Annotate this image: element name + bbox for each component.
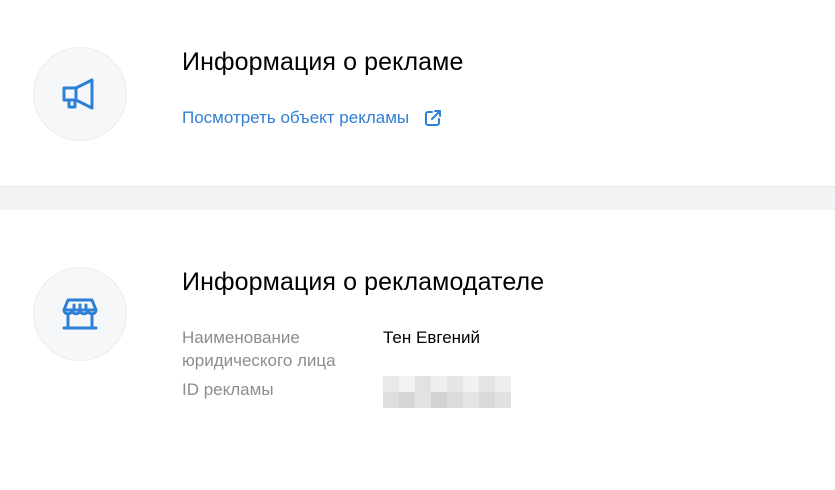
ad-id-value-redacted: [383, 376, 511, 408]
advertiser-details: Наименование юридического лица Тен Евген…: [182, 326, 511, 414]
storefront-icon-badge: [33, 267, 127, 361]
ad-id-label: ID рекламы: [182, 380, 274, 399]
megaphone-icon: [62, 78, 94, 110]
view-ad-object-link[interactable]: Посмотреть объект рекламы: [182, 108, 442, 128]
external-link-icon: [424, 109, 442, 127]
legal-entity-value: Тен Евгений: [383, 328, 481, 347]
view-ad-object-label: Посмотреть объект рекламы: [182, 108, 410, 127]
advertiser-info-title: Информация о рекламодателе: [182, 268, 545, 296]
legal-entity-label: Наименование юридического лица: [182, 328, 336, 370]
ad-id-row: ID рекламы: [182, 376, 511, 408]
advertiser-info-section: Информация о рекламодателе Наименование …: [0, 210, 835, 490]
ad-info-title: Информация о рекламе: [182, 48, 464, 76]
legal-entity-row: Наименование юридического лица Тен Евген…: [182, 326, 511, 372]
ad-info-section: Информация о рекламе Посмотреть объект р…: [0, 0, 835, 186]
megaphone-icon-badge: [33, 47, 127, 141]
storefront-icon: [62, 298, 98, 330]
section-divider: [0, 186, 835, 210]
